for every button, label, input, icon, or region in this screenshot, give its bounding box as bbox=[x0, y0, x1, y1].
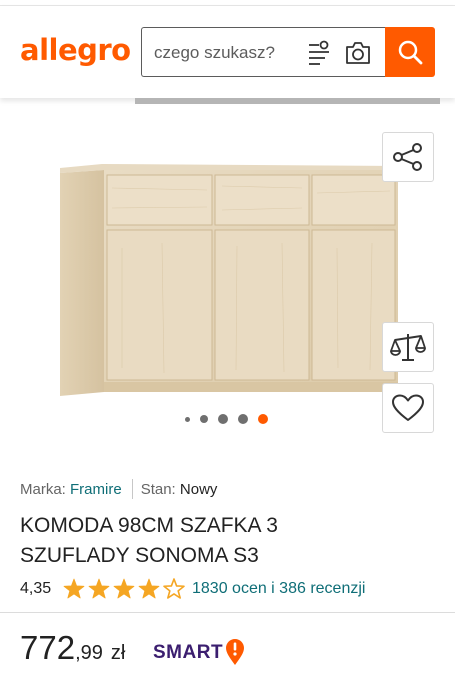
product-title-line-1: KOMODA 98CM SZAFKA 3 bbox=[20, 514, 278, 537]
price-integer: 772 bbox=[20, 629, 76, 666]
product-image[interactable] bbox=[52, 158, 402, 408]
gallery-dot[interactable] bbox=[185, 416, 190, 422]
scroll-indicator bbox=[135, 98, 440, 104]
gallery-dot[interactable] bbox=[218, 414, 228, 424]
star-filled-icon bbox=[88, 578, 110, 599]
smart-pin-icon bbox=[226, 639, 244, 665]
product-title-line-2: SZUFLADY SONOMA S3 bbox=[20, 544, 259, 567]
gallery-dot-active[interactable] bbox=[258, 414, 268, 424]
condition-value: Nowy bbox=[179, 480, 218, 498]
allegro-logo[interactable]: allegro bbox=[20, 34, 131, 66]
product-meta: Marka: Framire Stan: Nowy bbox=[20, 479, 218, 500]
search-input[interactable]: czego szukasz? bbox=[141, 27, 385, 77]
condition-label: Stan: bbox=[140, 480, 176, 498]
price-decimal: ,99 bbox=[75, 642, 103, 664]
smart-label: SMART bbox=[153, 642, 224, 663]
compare-button[interactable] bbox=[382, 322, 434, 372]
favorite-button[interactable] bbox=[382, 383, 434, 433]
meta-separator bbox=[131, 479, 133, 499]
star-filled-icon bbox=[113, 578, 135, 599]
search-placeholder: czego szukasz? bbox=[154, 43, 275, 62]
price-currency: zł bbox=[110, 642, 126, 664]
search-button[interactable] bbox=[385, 27, 435, 77]
brand-link[interactable]: Framire bbox=[70, 481, 122, 498]
gallery-dot[interactable] bbox=[200, 415, 208, 423]
section-divider bbox=[0, 612, 455, 613]
share-icon bbox=[393, 143, 422, 171]
rating-value: 4,35 bbox=[20, 580, 52, 597]
sort-icon[interactable] bbox=[306, 40, 332, 66]
star-filled-icon bbox=[138, 578, 160, 599]
gallery-dot[interactable] bbox=[238, 414, 248, 424]
gallery-dots bbox=[185, 413, 275, 425]
reviews-link[interactable]: 1830 ocen i 386 recenzji bbox=[192, 580, 365, 598]
star-empty-icon bbox=[163, 578, 185, 599]
heart-icon bbox=[392, 394, 424, 421]
header: allegro czego szukasz? bbox=[0, 6, 455, 98]
star-filled-icon bbox=[63, 578, 85, 599]
compare-scale-icon bbox=[390, 334, 426, 361]
rating-stars bbox=[63, 578, 185, 599]
search-icon bbox=[398, 40, 423, 65]
brand-label: Marka: bbox=[20, 480, 66, 498]
product-title: KOMODA 98CM SZAFKA 3 SZUFLADY SONOMA S3 bbox=[20, 511, 420, 571]
camera-icon[interactable] bbox=[344, 40, 372, 66]
share-button[interactable] bbox=[382, 132, 434, 182]
price: 772,99 zł bbox=[20, 628, 125, 668]
